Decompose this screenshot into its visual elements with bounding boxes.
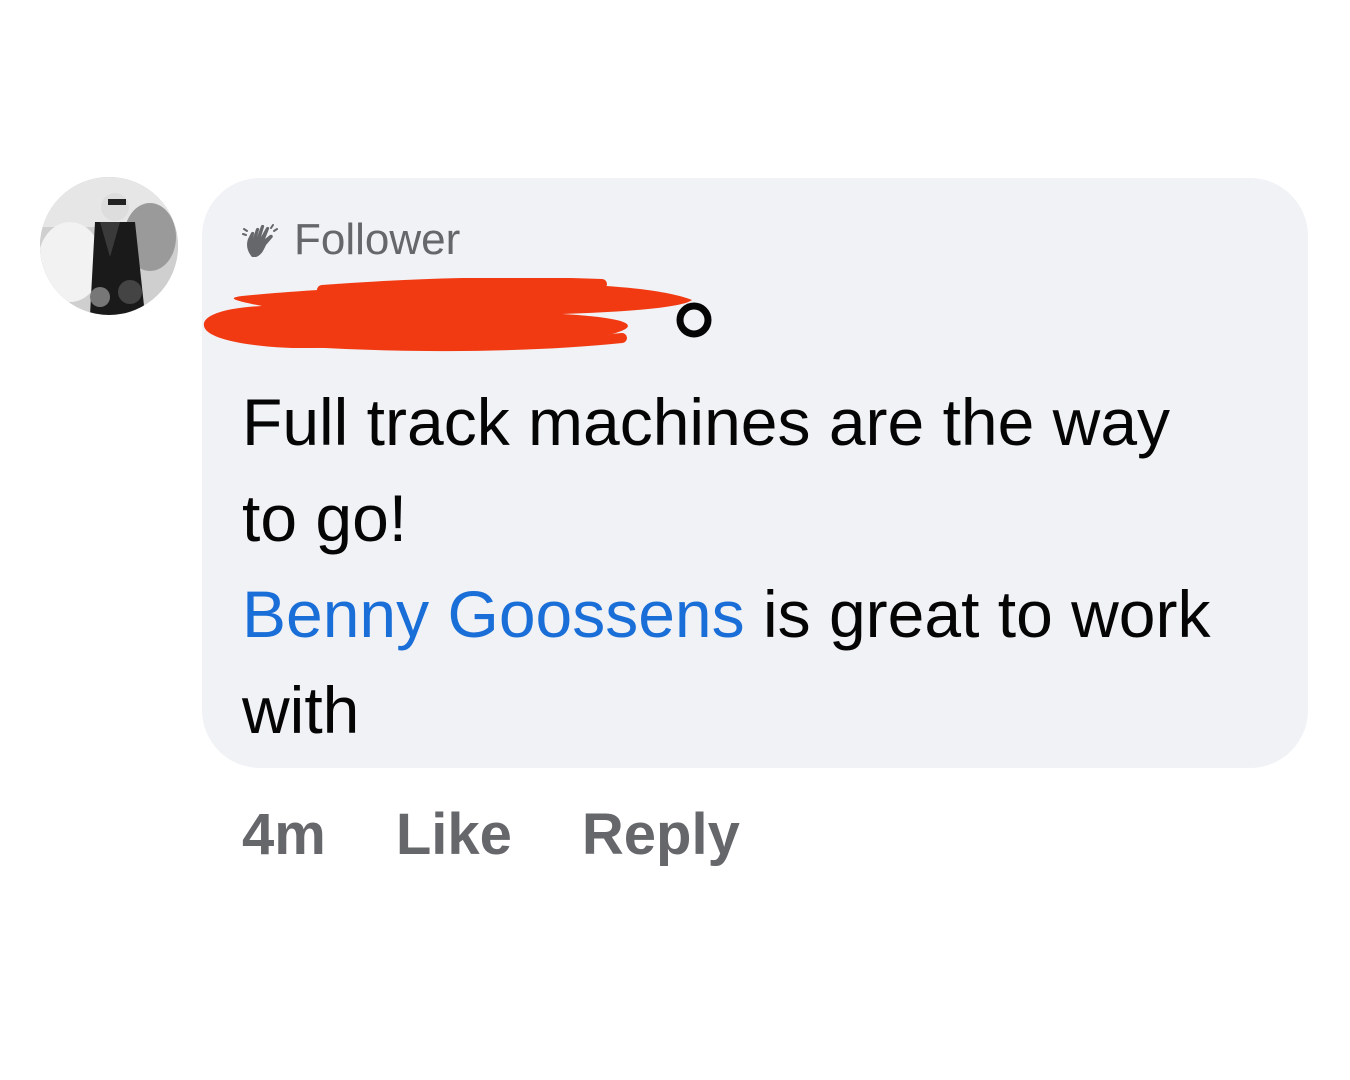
follower-badge: Follower [242,216,460,264]
comment-actions: 4m Like Reply [242,800,740,870]
comment-body: Full track machines are the way to go! [242,385,1171,555]
badge-label: Follower [294,215,461,264]
author-name-redacted[interactable] [202,277,722,358]
comment-text: Full track machines are the way to go! B… [242,374,1242,758]
reply-button[interactable]: Reply [582,800,740,870]
mention-link[interactable]: Benny Goossens [242,577,745,651]
like-button[interactable]: Like [396,800,512,870]
waving-hand-icon [242,221,280,259]
comment-bubble: Follower Full track machines are the way… [202,178,1308,768]
avatar[interactable] [40,177,178,315]
avatar-photo [40,177,178,315]
timestamp[interactable]: 4m [242,800,326,870]
